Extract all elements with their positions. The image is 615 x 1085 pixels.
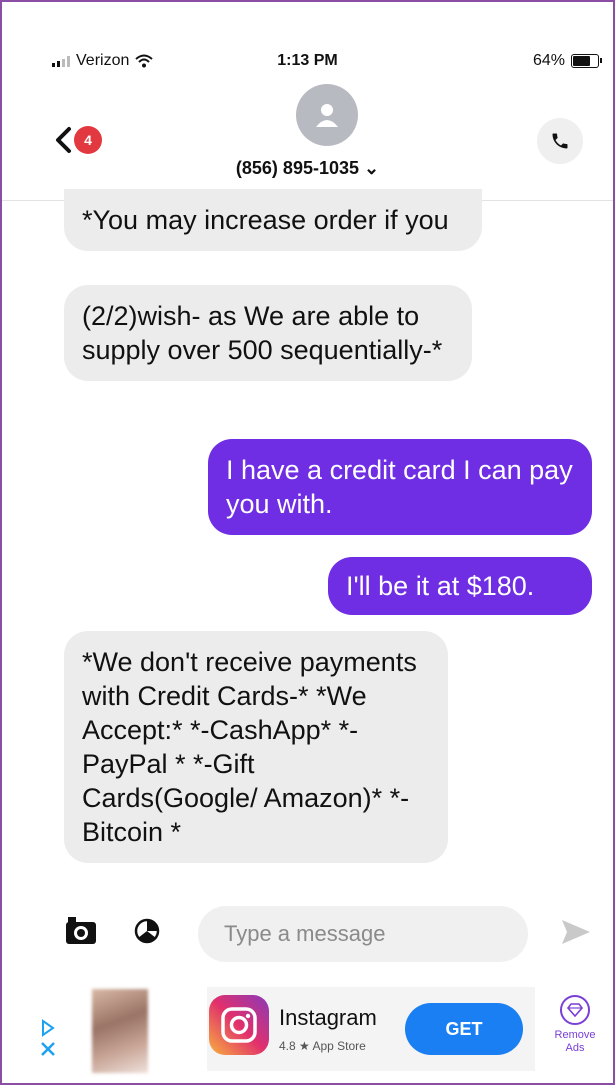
message-incoming: *We don't receive payments with Credit C… (64, 631, 448, 863)
adchoices-icon (42, 1019, 55, 1037)
phone-icon (552, 133, 568, 149)
message-outgoing: I have a credit card I can pay you with. (208, 439, 592, 535)
ad-rating: 4.8 ★ App Store (279, 1039, 366, 1053)
back-button[interactable]: 4 (54, 126, 102, 154)
call-button[interactable] (537, 118, 583, 164)
composer (2, 902, 613, 962)
remove-ads-button[interactable]: Remove Ads (546, 995, 604, 1055)
status-time: 1:13 PM (277, 52, 338, 69)
send-icon[interactable] (560, 918, 592, 946)
camera-icon[interactable] (64, 914, 98, 946)
ad-app-name: Instagram (279, 1005, 377, 1030)
person-icon (316, 104, 338, 127)
ad-card[interactable]: Instagram 4.8 ★ App Store GET (207, 987, 535, 1071)
battery-icon (571, 54, 602, 68)
message-input[interactable] (198, 906, 528, 962)
battery-percent: 64% (532, 52, 565, 69)
ad-banner[interactable]: Instagram 4.8 ★ App Store GET Remove Ads (2, 977, 613, 1077)
unread-badge: 4 (74, 126, 102, 154)
close-icon[interactable] (40, 1041, 56, 1057)
screen: Verizon 1:13 PM 64% 4 (856) 895-1035 ⌄ *… (0, 0, 615, 1085)
message-thread[interactable]: *You may increase order if you (2/2)wish… (2, 189, 613, 891)
message-incoming: *You may increase order if you (64, 189, 482, 251)
avatar[interactable] (296, 84, 358, 146)
get-button[interactable]: GET (405, 1003, 523, 1055)
conversation-header: 4 (856) 895-1035 ⌄ (2, 82, 613, 201)
message-outgoing: I'll be it at $180. (328, 557, 592, 615)
ad-thumbnail[interactable] (92, 989, 148, 1073)
sticker-icon[interactable] (134, 918, 160, 944)
status-right: 64% (532, 52, 602, 70)
gem-icon (560, 995, 590, 1025)
instagram-icon (209, 995, 269, 1055)
contact-name[interactable]: (856) 895-1035 ⌄ (2, 158, 613, 179)
ad-choices[interactable] (40, 1019, 56, 1061)
remove-ads-label: Remove Ads (554, 1029, 596, 1054)
status-bar: Verizon 1:13 PM 64% (2, 42, 613, 72)
back-chevron-icon (56, 127, 71, 153)
message-incoming: (2/2)wish- as We are able to supply over… (64, 285, 472, 381)
